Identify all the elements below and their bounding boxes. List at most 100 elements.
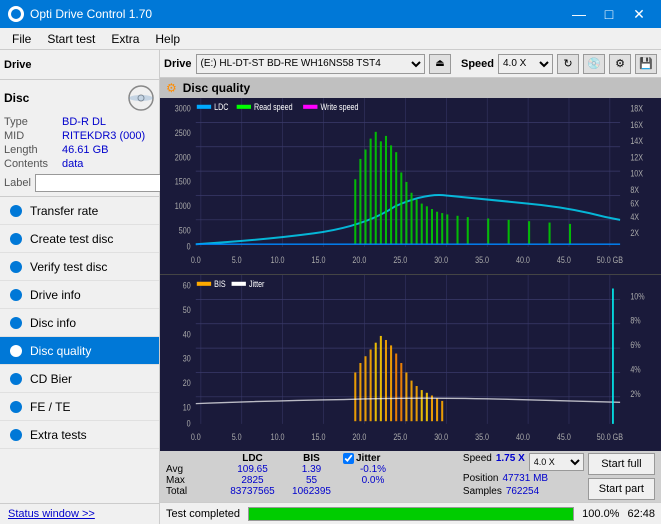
ldc-header: LDC bbox=[225, 453, 280, 464]
jitter-checkbox[interactable] bbox=[343, 453, 354, 464]
eject-button[interactable]: ⏏ bbox=[429, 54, 451, 74]
menu-file[interactable]: File bbox=[4, 30, 39, 48]
svg-text:16X: 16X bbox=[630, 119, 643, 130]
svg-text:0: 0 bbox=[187, 418, 191, 429]
samples-value: 762254 bbox=[506, 486, 539, 497]
sidebar-item-disc-info[interactable]: Disc info bbox=[0, 309, 159, 337]
svg-text:8X: 8X bbox=[630, 184, 639, 195]
nav-items: Transfer rate Create test disc Verify te… bbox=[0, 197, 159, 503]
svg-text:20: 20 bbox=[183, 377, 191, 388]
top-chart: 3000 2500 2000 1500 1000 500 0 18X 16X 1… bbox=[160, 98, 661, 275]
stats-bis: BIS 1.39 55 1062395 bbox=[284, 453, 339, 497]
svg-text:3000: 3000 bbox=[175, 103, 191, 114]
disc-length-value: 46.61 GB bbox=[62, 144, 155, 156]
svg-text:500: 500 bbox=[179, 224, 191, 235]
save-button[interactable]: 💾 bbox=[635, 54, 657, 74]
svg-text:14X: 14X bbox=[630, 135, 643, 146]
total-label: Total bbox=[166, 486, 221, 497]
disc-button[interactable]: 💿 bbox=[583, 54, 605, 74]
svg-text:0.0: 0.0 bbox=[191, 431, 201, 442]
svg-text:2X: 2X bbox=[630, 227, 639, 238]
svg-text:40: 40 bbox=[183, 328, 191, 339]
svg-text:2000: 2000 bbox=[175, 151, 191, 162]
position-label: Position bbox=[463, 473, 499, 484]
progress-bar-fill bbox=[249, 508, 573, 520]
menu-start-test[interactable]: Start test bbox=[39, 30, 103, 48]
jitter-avg: -0.1% bbox=[343, 464, 403, 475]
bottom-chart: 60 50 40 30 20 10 0 10% 8% 6% 4% 2% bbox=[160, 275, 661, 451]
svg-text:30.0: 30.0 bbox=[434, 254, 448, 265]
settings-button[interactable]: ⚙ bbox=[609, 54, 631, 74]
menu-extra[interactable]: Extra bbox=[103, 30, 147, 48]
svg-text:15.0: 15.0 bbox=[312, 431, 326, 442]
right-panel: Drive (E:) HL-DT-ST BD-RE WH16NS58 TST4 … bbox=[160, 50, 661, 524]
sidebar-item-verify-test-disc[interactable]: Verify test disc bbox=[0, 253, 159, 281]
svg-text:30: 30 bbox=[183, 353, 191, 364]
svg-text:8%: 8% bbox=[630, 315, 641, 326]
disc-mid-key: MID bbox=[4, 130, 62, 142]
disc-label-key: Label bbox=[4, 177, 31, 189]
svg-text:6X: 6X bbox=[630, 197, 639, 208]
drive-toolbar: Drive bbox=[0, 50, 159, 80]
svg-text:50.0 GB: 50.0 GB bbox=[597, 254, 624, 265]
speed-stat-value: 1.75 X bbox=[496, 453, 525, 471]
status-window-link[interactable]: Status window >> bbox=[8, 508, 95, 520]
title-bar: Opti Drive Control 1.70 — □ ✕ bbox=[0, 0, 661, 28]
bottom-bar: Test completed 100.0% 62:48 bbox=[160, 502, 661, 524]
action-buttons: Start full Start part bbox=[588, 453, 655, 500]
stats-labels: ​ Avg Max Total bbox=[166, 453, 221, 497]
sidebar-item-cd-bier[interactable]: CD Bier bbox=[0, 365, 159, 393]
sidebar-item-transfer-rate[interactable]: Transfer rate bbox=[0, 197, 159, 225]
close-button[interactable]: ✕ bbox=[625, 0, 653, 28]
minimize-button[interactable]: — bbox=[565, 0, 593, 28]
stats-ldc: LDC 109.65 2825 83737565 bbox=[225, 453, 280, 497]
svg-text:35.0: 35.0 bbox=[475, 254, 489, 265]
svg-text:40.0: 40.0 bbox=[516, 431, 530, 442]
svg-text:45.0: 45.0 bbox=[557, 431, 571, 442]
svg-text:6%: 6% bbox=[630, 339, 641, 350]
bis-max: 55 bbox=[284, 475, 339, 486]
svg-text:25.0: 25.0 bbox=[393, 431, 407, 442]
disc-mid-value: RITEKDR3 (000) bbox=[62, 130, 155, 142]
svg-text:LDC: LDC bbox=[214, 101, 228, 112]
stats-speed-select[interactable]: 4.0 X bbox=[529, 453, 584, 471]
sidebar-item-extra-tests[interactable]: Extra tests bbox=[0, 421, 159, 449]
stats-speed: Speed 1.75 X 4.0 X Position 47731 MB Sam… bbox=[463, 453, 584, 497]
elapsed-time: 62:48 bbox=[627, 508, 655, 520]
ldc-total: 83737565 bbox=[225, 486, 280, 497]
speed-select[interactable]: 4.0 X bbox=[498, 54, 553, 74]
svg-text:0: 0 bbox=[187, 241, 191, 252]
progress-percent: 100.0% bbox=[582, 508, 619, 520]
drive-label: Drive bbox=[4, 59, 32, 71]
menu-help[interactable]: Help bbox=[147, 30, 188, 48]
progress-bar-container bbox=[248, 507, 574, 521]
status-text: Test completed bbox=[166, 508, 240, 520]
disc-label-input[interactable] bbox=[35, 174, 173, 192]
svg-text:20.0: 20.0 bbox=[352, 431, 366, 442]
disc-type-key: Type bbox=[4, 116, 62, 128]
bis-header: BIS bbox=[284, 453, 339, 464]
drive-select[interactable]: (E:) HL-DT-ST BD-RE WH16NS58 TST4 bbox=[196, 54, 425, 74]
svg-text:50: 50 bbox=[183, 304, 191, 315]
app-logo bbox=[8, 6, 24, 22]
app-title: Opti Drive Control 1.70 bbox=[30, 7, 152, 21]
svg-text:2%: 2% bbox=[630, 388, 641, 399]
start-full-button[interactable]: Start full bbox=[588, 453, 655, 475]
stats-jitter: Jitter -0.1% 0.0% ​ bbox=[343, 453, 403, 497]
svg-text:25.0: 25.0 bbox=[393, 254, 407, 265]
jitter-max: 0.0% bbox=[343, 475, 403, 486]
svg-text:12X: 12X bbox=[630, 151, 643, 162]
svg-text:10.0: 10.0 bbox=[271, 431, 285, 442]
sidebar-item-drive-info[interactable]: Drive info bbox=[0, 281, 159, 309]
sidebar-item-create-test-disc[interactable]: Create test disc bbox=[0, 225, 159, 253]
stats-row: ​ Avg Max Total LDC 109.65 2825 83737565… bbox=[160, 451, 661, 502]
jitter-header: Jitter bbox=[356, 453, 380, 464]
window-controls: — □ ✕ bbox=[565, 0, 653, 28]
refresh-button[interactable]: ↻ bbox=[557, 54, 579, 74]
sidebar-item-fe-te[interactable]: FE / TE bbox=[0, 393, 159, 421]
svg-text:15.0: 15.0 bbox=[312, 254, 326, 265]
svg-text:10X: 10X bbox=[630, 167, 643, 178]
maximize-button[interactable]: □ bbox=[595, 0, 623, 28]
sidebar-item-disc-quality[interactable]: Disc quality bbox=[0, 337, 159, 365]
start-part-button[interactable]: Start part bbox=[588, 478, 655, 500]
